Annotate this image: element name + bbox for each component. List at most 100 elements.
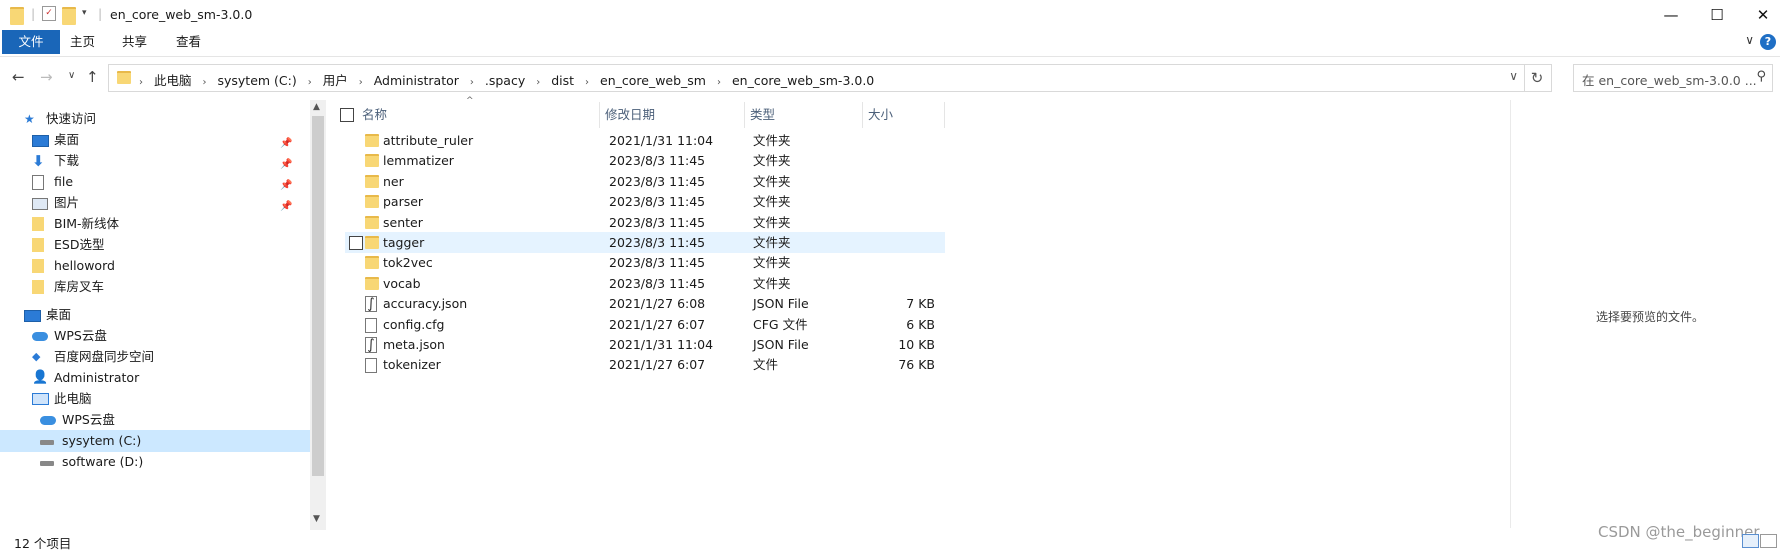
chevron-down-icon[interactable]: ∨ [1509, 69, 1518, 83]
help-icon[interactable]: ? [1760, 34, 1776, 50]
file-row[interactable]: config.cfg 2021/1/27 6:07 CFG 文件 6 KB [345, 314, 945, 335]
close-button[interactable]: ✕ [1740, 0, 1780, 30]
sidebar-item-label: 桌面 [54, 132, 80, 147]
tab-view[interactable]: 查看 [162, 30, 215, 54]
file-row[interactable]: ∫ meta.json 2021/1/31 11:04 JSON File 10 KB [345, 334, 945, 355]
column-name[interactable]: 名称 [357, 102, 600, 128]
sidebar-item[interactable]: 库房叉车 [0, 276, 310, 298]
sidebar-item[interactable]: helloword [0, 255, 310, 277]
user-icon: 👤 [32, 370, 49, 385]
file-name: senter [383, 214, 423, 230]
refresh-button[interactable]: ↻ [1523, 64, 1552, 92]
chevron-right-icon: › [139, 77, 143, 88]
sidebar-item[interactable]: 此电脑 [0, 388, 310, 410]
details-view-icon[interactable] [1742, 534, 1759, 548]
file-date: 2023/8/3 11:45 [609, 194, 706, 210]
large-icons-view-icon[interactable] [1760, 534, 1777, 548]
file-row[interactable]: senter 2023/8/3 11:45 文件夹 [345, 212, 945, 233]
file-type: 文件 [753, 357, 779, 373]
sidebar-item[interactable]: BIM-新线体 [0, 213, 310, 235]
breadcrumb-item[interactable]: .spacy [485, 73, 525, 88]
column-size[interactable]: 大小 [863, 102, 945, 128]
file-type: 文件夹 [753, 173, 791, 189]
sidebar-item-label: WPS云盘 [54, 328, 107, 343]
breadcrumb-item[interactable]: en_core_web_sm-3.0.0 [732, 73, 874, 88]
column-date[interactable]: 修改日期 [600, 102, 745, 128]
scroll-down-icon[interactable]: ▼ [313, 514, 320, 524]
breadcrumb-item[interactable]: 此电脑 [154, 73, 192, 88]
column-type[interactable]: 类型 [745, 102, 863, 128]
breadcrumb-item[interactable]: Administrator [374, 73, 459, 88]
sidebar-item[interactable]: ⬇ 下载 📌 [0, 150, 310, 172]
desktop-icon [24, 310, 41, 322]
folder-icon [365, 195, 379, 209]
file-row[interactable]: parser 2023/8/3 11:45 文件夹 [345, 191, 945, 212]
sidebar-item-label: 百度网盘同步空间 [54, 349, 155, 364]
sidebar-item[interactable]: 👤 Administrator [0, 367, 310, 389]
sidebar-item[interactable]: ★ 快速访问 [0, 108, 310, 130]
sidebar-item[interactable]: sysytem (C:) [0, 430, 310, 452]
sidebar-item-label: 快速访问 [46, 111, 97, 126]
sidebar-scrollbar[interactable]: ▲ ▼ [310, 100, 326, 530]
sidebar-item[interactable]: ◆ 百度网盘同步空间 [0, 346, 310, 368]
file-name: tok2vec [383, 255, 433, 271]
sidebar-item[interactable]: WPS云盘 [0, 325, 310, 347]
row-checkbox[interactable] [349, 236, 363, 250]
file-row[interactable]: tokenizer 2021/1/27 6:07 文件 76 KB [345, 354, 945, 375]
file-size: 6 KB [906, 316, 935, 332]
search-placeholder: 在 en_core_web_sm-3.0.0 ... [1582, 73, 1757, 88]
scroll-up-icon[interactable]: ▲ [313, 102, 320, 112]
file-row[interactable]: tagger 2023/8/3 11:45 文件夹 [345, 232, 945, 253]
folder-icon [365, 256, 379, 270]
ribbon-tabs: 文件 主页 共享 查看 ∨ ? [0, 30, 1780, 57]
sidebar-item[interactable]: WPS云盘 [0, 409, 310, 431]
breadcrumb-item[interactable]: en_core_web_sm [600, 73, 706, 88]
tab-home[interactable]: 主页 [56, 30, 109, 54]
collapse-ribbon-icon[interactable]: ∨ [1745, 33, 1754, 47]
file-size: 7 KB [906, 296, 935, 312]
star-icon: ★ [24, 112, 35, 126]
breadcrumb-item[interactable]: 用户 [323, 73, 348, 88]
drive-icon [40, 440, 54, 445]
recent-locations-icon[interactable]: ∨ [68, 70, 75, 81]
back-icon[interactable]: ← [12, 68, 25, 86]
folder-icon [32, 217, 44, 231]
properties-icon[interactable]: ✓ [42, 6, 56, 21]
file-date: 2023/8/3 11:45 [609, 173, 706, 189]
folder-icon [365, 134, 379, 147]
maximize-button[interactable]: ☐ [1694, 0, 1740, 30]
file-name: parser [383, 194, 424, 210]
file-row[interactable]: attribute_ruler 2021/1/31 11:04 文件夹 [345, 130, 945, 151]
sidebar-item[interactable]: ESD选型 [0, 234, 310, 256]
minimize-button[interactable]: — [1648, 0, 1694, 30]
sidebar-item[interactable]: software (D:) [0, 451, 310, 473]
sidebar-item[interactable]: 桌面 📌 [0, 129, 310, 151]
file-date: 2023/8/3 11:45 [609, 153, 706, 169]
folder-icon [32, 259, 44, 273]
sidebar-item[interactable]: 桌面 [0, 304, 310, 326]
new-folder-icon[interactable] [62, 7, 76, 25]
file-row[interactable]: vocab 2023/8/3 11:45 文件夹 [345, 273, 945, 294]
sidebar-item[interactable]: 图片 📌 [0, 192, 310, 214]
tab-file[interactable]: 文件 [2, 30, 60, 54]
forward-icon[interactable]: → [40, 68, 53, 86]
address-bar[interactable]: › 此电脑 › sysytem (C:) › 用户 › Administrato… [108, 64, 1525, 92]
breadcrumb-item[interactable]: dist [551, 73, 574, 88]
cloud-icon [40, 416, 56, 425]
sidebar-item[interactable]: file 📌 [0, 171, 310, 193]
file-row[interactable]: ∫ accuracy.json 2021/1/27 6:08 JSON File 7 K… [345, 293, 945, 314]
divider: | [98, 6, 103, 21]
breadcrumb-item[interactable]: sysytem (C:) [217, 73, 296, 88]
customize-toolbar-icon[interactable]: ▾ [82, 8, 87, 24]
file-row[interactable]: lemmatizer 2023/8/3 11:45 文件夹 [345, 150, 945, 171]
search-input[interactable]: 在 en_core_web_sm-3.0.0 ... ⚲ [1573, 64, 1773, 92]
up-icon[interactable]: ↑ [86, 68, 99, 86]
file-row[interactable]: ner 2023/8/3 11:45 文件夹 [345, 171, 945, 192]
folder-icon [10, 7, 24, 25]
file-date: 2021/1/31 11:04 [609, 337, 714, 352]
file-row[interactable]: tok2vec 2023/8/3 11:45 文件夹 [345, 252, 945, 273]
file-name: ner [383, 173, 404, 189]
file-date: 2023/8/3 11:45 [609, 235, 706, 250]
tab-share[interactable]: 共享 [108, 30, 161, 54]
scrollbar-thumb[interactable] [312, 116, 324, 476]
